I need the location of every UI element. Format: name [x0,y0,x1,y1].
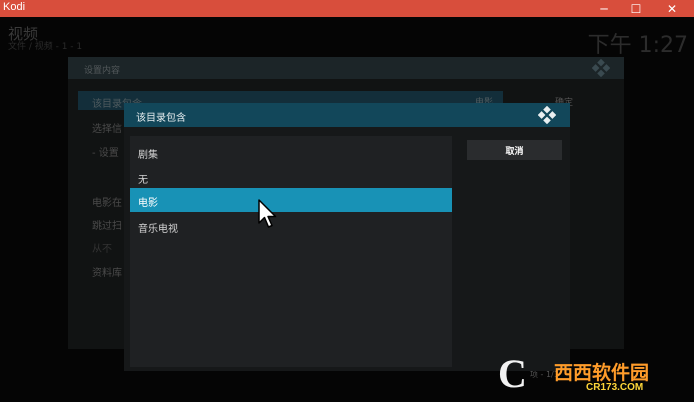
list-item[interactable]: 音乐电视 [130,214,452,238]
list-item-label: 音乐电视 [138,224,178,235]
watermark-site: CR173.COM [586,382,644,393]
window-titlebar: Kodi ─ ☐ ✕ [0,0,694,17]
window-title: Kodi [3,1,26,13]
maximize-button[interactable]: ☐ [618,0,654,17]
background-breadcrumb: 文件 / 视频 - 1 - 1 [8,42,83,52]
background-row[interactable]: 电影在 [92,194,122,209]
maximize-icon: ☐ [630,1,642,16]
list-item-selected[interactable]: 电影 [130,188,452,212]
background-row[interactable]: 跳过扫 [92,217,122,232]
background-panel-title: 设置内容 [84,66,121,76]
mouse-cursor-icon [258,199,277,228]
watermark-name: 西西软件园 [554,362,650,384]
background-panel-header: 设置内容 [68,57,624,79]
list-item-label: 剧集 [138,150,158,161]
cancel-button[interactable]: 取消 [467,140,562,160]
minimize-icon: ─ [600,1,608,16]
close-button[interactable]: ✕ [654,0,690,17]
watermark-logo-icon: C [498,351,527,396]
kodi-logo-icon [538,106,556,124]
list-item[interactable]: 剧集 [130,140,452,164]
dialog-header: 该目录包含 [124,103,570,127]
close-icon: ✕ [666,1,678,16]
dialog-title: 该目录包含 [136,113,186,124]
kodi-logo-icon [592,59,610,77]
background-row[interactable]: 从不 [92,240,112,255]
background-row[interactable]: 资料库 [92,264,122,279]
content-type-dialog: 该目录包含 剧集 无 电影 音乐电视 取消 [124,103,570,371]
content-type-list: 剧集 无 电影 音乐电视 [130,136,452,367]
list-item-label: 无 [138,175,148,186]
background-row[interactable]: - 设置 [92,144,119,159]
minimize-button[interactable]: ─ [586,0,622,17]
list-item[interactable]: 无 [130,165,452,189]
clock: 下午 1:27 [587,33,688,58]
watermark: C 西西软件园 CR173.COM [496,352,692,400]
background-row[interactable]: 选择信 [92,120,122,135]
list-item-label: 电影 [138,198,158,209]
